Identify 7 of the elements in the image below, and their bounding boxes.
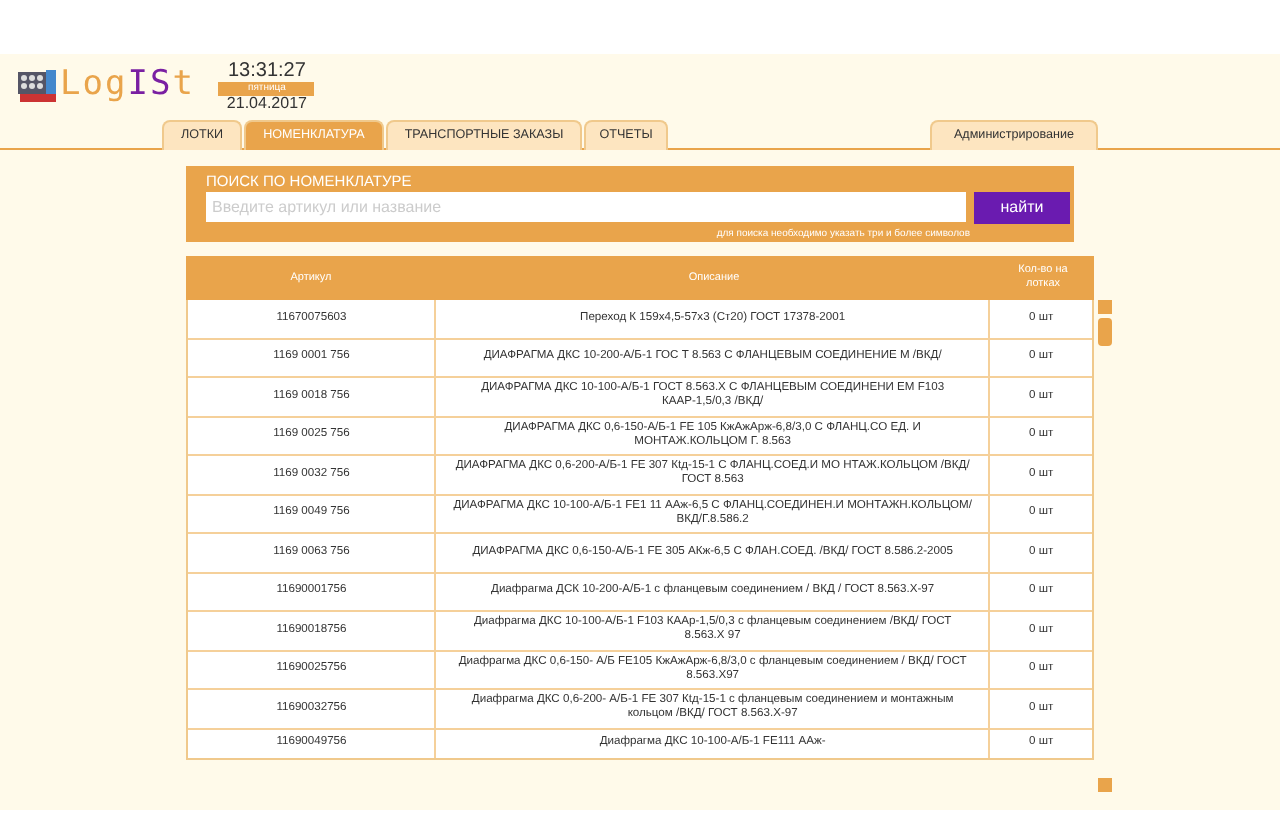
scroll-thumb[interactable]: [1098, 318, 1112, 346]
clock-date: 21.04.2017: [224, 96, 309, 112]
clock-time: 13:31:27: [225, 62, 308, 82]
logo-icon: [16, 66, 60, 106]
logo-text: Log ISt: [60, 62, 195, 109]
search-button[interactable]: найти: [974, 192, 1070, 224]
scrollbar[interactable]: [1098, 300, 1112, 792]
